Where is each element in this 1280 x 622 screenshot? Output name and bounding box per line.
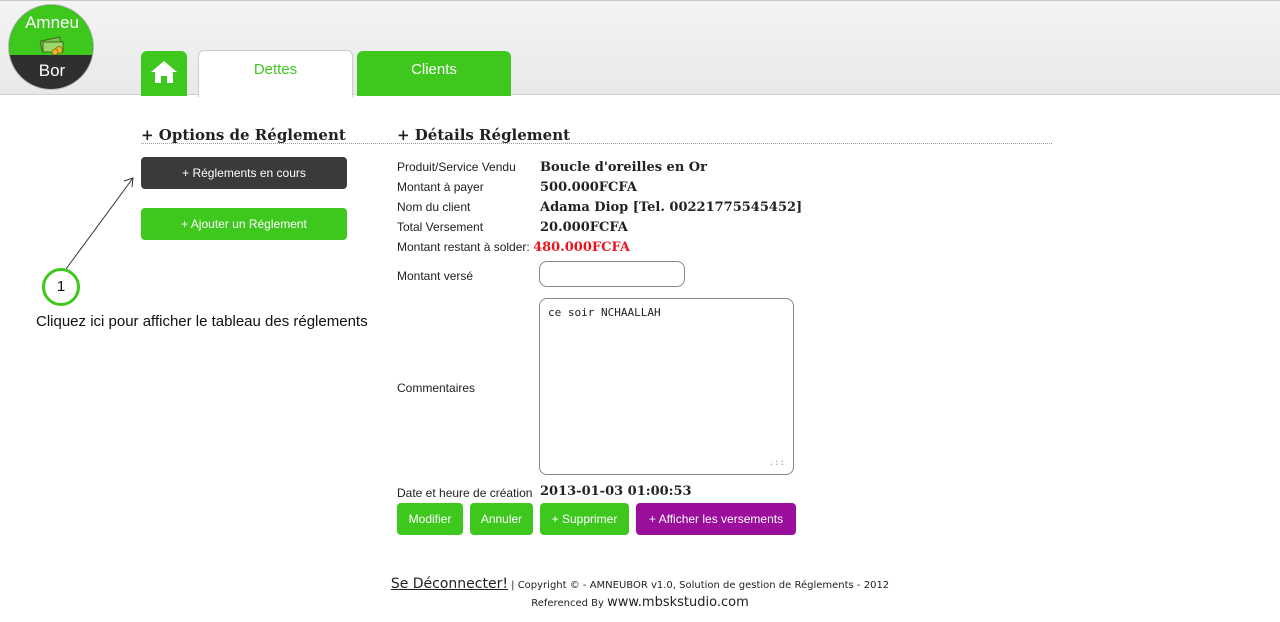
- restant-row: Montant restant à solder: 480.000FCFA: [397, 240, 630, 255]
- montant-verse-input[interactable]: [539, 261, 685, 287]
- versement-value: 20.000FCFA: [540, 220, 628, 235]
- afficher-versements-button[interactable]: + Afficher les versements: [636, 503, 796, 535]
- client-label: Nom du client: [397, 200, 471, 214]
- modifier-button[interactable]: Modifier: [397, 503, 463, 535]
- logout-link[interactable]: Se Déconnecter!: [391, 576, 508, 592]
- details-title: + Détails Réglement: [397, 126, 571, 144]
- client-value: Adama Diop [Tel. 00221775545452]: [540, 200, 803, 215]
- commentaires-text: ce soir NCHAALLAH: [548, 306, 661, 319]
- referenced-label: Referenced By: [531, 598, 604, 609]
- supprimer-button[interactable]: + Supprimer: [540, 503, 629, 535]
- annotation-arrow: [65, 177, 134, 270]
- annotation-text: Cliquez ici pour afficher le tableau des…: [36, 313, 368, 330]
- section-divider: [141, 143, 1052, 144]
- footer-line2: Referenced By www.mbskstudio.com: [0, 594, 1280, 612]
- commentaires-textarea[interactable]: ce soir NCHAALLAH .::: [539, 298, 794, 475]
- page-footer: Se Déconnecter! | Copyright © - AMNEUBOR…: [0, 574, 1280, 612]
- date-value: 2013-01-03 01:00:53: [540, 484, 692, 499]
- montant-value: 500.000FCFA: [540, 180, 637, 195]
- produit-label: Produit/Service Vendu: [397, 160, 516, 174]
- date-label: Date et heure de création: [397, 486, 533, 500]
- versement-label: Total Versement: [397, 220, 484, 234]
- copyright-text: | Copyright © - AMNEUBOR v1.0, Solution …: [511, 580, 890, 591]
- verse-label: Montant versé: [397, 269, 474, 283]
- resize-grip-icon[interactable]: .::: [769, 458, 785, 468]
- tab-dettes[interactable]: Dettes: [198, 50, 353, 97]
- montant-label: Montant à payer: [397, 180, 484, 194]
- annuler-button[interactable]: Annuler: [470, 503, 533, 535]
- tab-clients[interactable]: Clients: [357, 51, 511, 96]
- footer-line1: Se Déconnecter! | Copyright © - AMNEUBOR…: [0, 574, 1280, 594]
- restant-value: 480.000FCFA: [533, 240, 631, 255]
- produit-value: Boucle d'oreilles en Or: [540, 160, 707, 175]
- restant-label: Montant restant à solder:: [397, 240, 530, 254]
- annotation-number-badge: 1: [42, 268, 80, 306]
- commentaires-label: Commentaires: [397, 381, 476, 395]
- studio-link[interactable]: www.mbskstudio.com: [607, 595, 749, 610]
